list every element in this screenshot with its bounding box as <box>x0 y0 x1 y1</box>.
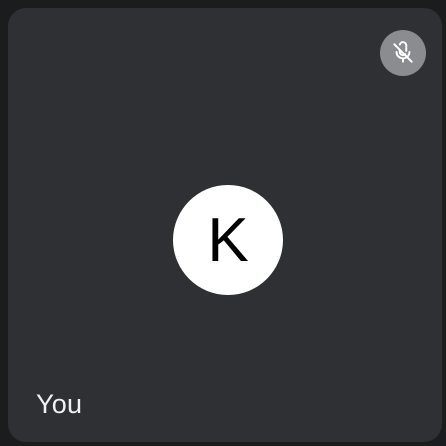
participant-name-label: You <box>36 389 83 419</box>
avatar: K <box>173 185 283 295</box>
avatar-initial: K <box>207 206 249 275</box>
mic-muted-indicator <box>380 30 426 76</box>
participant-tile[interactable]: K You <box>8 8 442 442</box>
mic-off-icon <box>393 41 413 63</box>
